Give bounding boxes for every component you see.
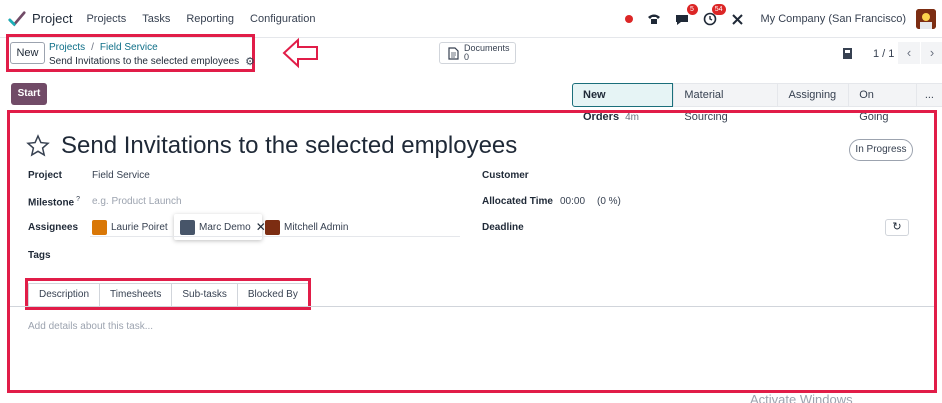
document-icon [448, 46, 459, 60]
milestone-label-text: Milestone [28, 197, 75, 209]
activity-clock-icon[interactable]: 54 [701, 4, 726, 28]
assignee-tag-laurie[interactable]: Laurie Poiret [92, 218, 168, 236]
phone-icon[interactable] [645, 10, 663, 28]
menu-configuration[interactable]: Configuration [250, 13, 315, 25]
tabs-divider [10, 306, 934, 307]
project-label: Project [28, 170, 62, 181]
menu-reporting[interactable]: Reporting [186, 13, 234, 25]
windows-watermark: Activate Windows [750, 392, 853, 403]
chat-icon[interactable]: 5 [673, 4, 698, 28]
breadcrumb: Projects / Field Service [49, 42, 158, 53]
recording-indicator-icon[interactable] [624, 15, 633, 23]
activity-badge: 54 [711, 4, 726, 15]
allocated-time-label: Allocated Time [482, 196, 553, 207]
description-editor[interactable]: Add details about this task... [28, 321, 153, 332]
assignee-tag-mitchell[interactable]: Mitchell Admin [265, 218, 348, 236]
pager-next-button[interactable]: › [921, 42, 942, 64]
breadcrumb-projects[interactable]: Projects [49, 42, 85, 53]
allocated-time-field[interactable]: 00:00 [560, 196, 585, 207]
left-arrow-annotation-icon [282, 37, 318, 69]
allocated-time-percent: (0 %) [597, 196, 621, 207]
stage-statusbar: New Orders 4m Material Sourcing Assigning… [572, 83, 942, 123]
assignees-field-underline [90, 236, 460, 237]
star-icon[interactable] [26, 134, 50, 158]
refresh-icon[interactable]: ↻ [885, 219, 909, 236]
menu-tasks[interactable]: Tasks [142, 13, 170, 25]
assignee-name: Laurie Poiret [111, 221, 168, 233]
milestone-field[interactable]: e.g. Product Launch [92, 196, 182, 207]
record-title-text: Send Invitations to the selected employe… [49, 56, 240, 67]
documents-count: 0 [464, 52, 470, 62]
start-button[interactable]: Start [11, 83, 47, 105]
bookmark-icon[interactable] [842, 47, 853, 60]
documents-button[interactable]: Documents 0 [439, 42, 516, 64]
task-title[interactable]: Send Invitations to the selected employe… [61, 132, 517, 160]
company-switcher[interactable]: My Company (San Francisco) [761, 13, 907, 25]
assignee-name: Marc Demo [199, 221, 251, 233]
project-field[interactable]: Field Service [92, 170, 150, 181]
gear-icon[interactable]: ⚙ [245, 55, 255, 68]
user-avatar[interactable] [916, 9, 936, 29]
record-breadcrumb-title: Send Invitations to the selected employe… [49, 55, 255, 68]
pager-value[interactable]: 1 / 1 [873, 48, 894, 60]
assignee-tag-marc[interactable]: Marc Demo ✕ [180, 218, 266, 236]
documents-label: Documents [464, 43, 510, 53]
app-name: Project [32, 11, 73, 26]
breadcrumb-field-service[interactable]: Field Service [100, 42, 158, 53]
state-badge[interactable]: In Progress [849, 139, 913, 161]
assignee-name: Mitchell Admin [284, 221, 349, 233]
top-navbar: Project Projects Tasks Reporting Configu… [0, 0, 942, 38]
stage-more[interactable]: ... [915, 83, 942, 107]
milestone-help-icon[interactable]: ? [76, 196, 80, 203]
menu-projects[interactable]: Projects [86, 13, 126, 25]
app-logo-icon [8, 10, 26, 26]
customer-label: Customer [482, 170, 529, 181]
tools-icon[interactable] [729, 10, 747, 28]
breadcrumb-separator: / [91, 42, 94, 53]
new-button[interactable]: New [10, 42, 45, 64]
app-brand[interactable]: Project [8, 10, 86, 28]
assignee-avatar [92, 219, 107, 235]
chat-badge: 5 [686, 4, 698, 15]
milestone-label: Milestone? [28, 196, 80, 208]
assignee-avatar [265, 219, 280, 235]
deadline-label: Deadline [482, 222, 524, 233]
stage-material-sourcing[interactable]: Material Sourcing [673, 83, 778, 123]
assignee-avatar [180, 219, 195, 235]
stage-assigning[interactable]: Assigning [777, 83, 849, 107]
tags-label: Tags [28, 250, 51, 261]
stage-new-orders[interactable]: New Orders 4m [572, 83, 674, 123]
stage-on-going[interactable]: On Going [848, 83, 916, 123]
pager-previous-button[interactable]: ‹ [898, 42, 920, 64]
assignees-label: Assignees [28, 222, 79, 233]
